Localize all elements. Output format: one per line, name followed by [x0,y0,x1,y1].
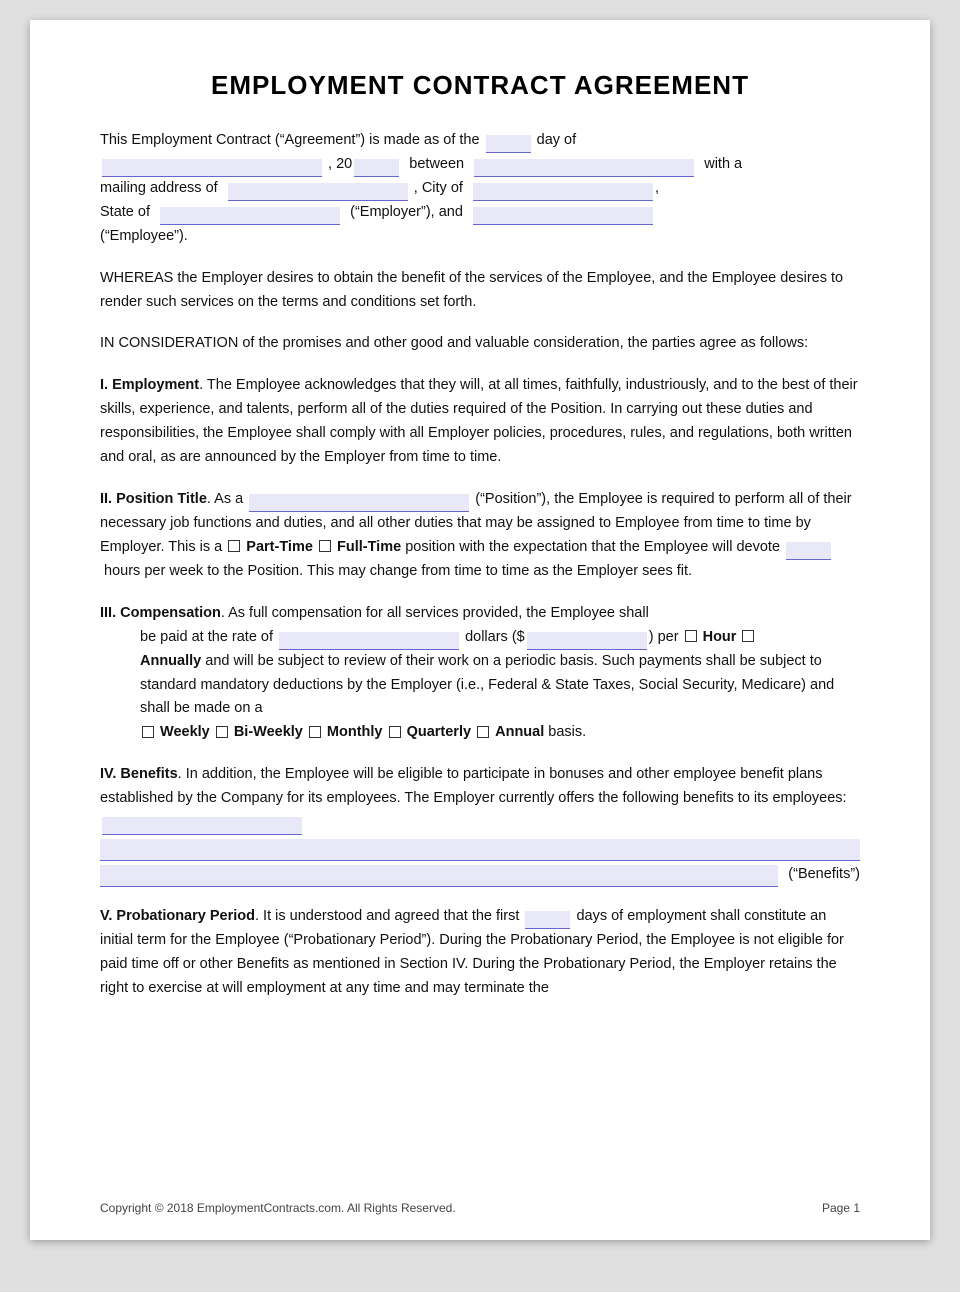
with-text: with a [704,156,742,172]
position-field[interactable] [249,494,469,512]
intro-paragraph: This Employment Contract (“Agreement”) i… [100,129,860,249]
section-ii-end: hours per week to the Position. This may… [104,563,692,579]
section-i-heading: I. Employment [100,377,199,393]
section-i: I. Employment. The Employee acknowledges… [100,374,860,470]
probation-days-field[interactable] [525,911,570,929]
hours-field[interactable] [786,542,831,560]
state-field[interactable] [160,207,340,225]
benefits-field-line2[interactable] [100,865,778,887]
part-time-label: Part-Time [246,539,313,555]
section-ii-heading: II. Position Title [100,491,207,507]
intro-line1-pre: This Employment Contract (“Agreement”) i… [100,132,480,148]
part-time-checkbox[interactable] [228,540,240,552]
quarterly-checkbox[interactable] [389,726,401,738]
state-pre: State of [100,204,150,220]
hour-checkbox[interactable] [685,630,697,642]
between-text: between [409,156,464,172]
section-ii-mid: position with the expectation that the E… [405,539,780,555]
year-field[interactable] [354,159,399,177]
day-field[interactable] [486,135,531,153]
annually-label: Annually [140,653,201,669]
dollars-field[interactable] [527,632,647,650]
mailing-field[interactable] [228,183,408,201]
biweekly-checkbox[interactable] [216,726,228,738]
date-field[interactable] [102,159,322,177]
benefits-inline-field[interactable] [102,817,302,835]
section-iii: III. Compensation. As full compensation … [100,602,860,746]
consideration-paragraph: IN CONSIDERATION of the promises and oth… [100,332,860,356]
document-page: EMPLOYMENT CONTRACT AGREEMENT This Emplo… [30,20,930,1240]
intro-line1-mid: day of [537,132,577,148]
section-ii-pre: . As a [207,491,243,507]
rate-field[interactable] [279,632,459,650]
document-title: EMPLOYMENT CONTRACT AGREEMENT [100,70,860,101]
benefits-last-line: (“Benefits”) [100,861,860,887]
year-pre: , 20 [328,156,352,172]
section-iii-pre: . As full compensation for all services … [221,605,649,621]
page-number: Page 1 [822,1201,860,1215]
employer-label: (“Employer”), and [350,204,463,220]
hour-label: Hour [703,629,737,645]
section-v-heading: V. Probationary Period [100,908,255,924]
employer-name-field[interactable] [473,207,653,225]
annual-checkbox[interactable] [477,726,489,738]
city-field[interactable] [473,183,653,201]
section-i-text: . The Employee acknowledges that they wi… [100,377,858,465]
section-iii-indent: be paid at the rate of dollars ($) per H… [100,626,860,746]
section-v-pre: . It is understood and agreed that the f… [255,908,519,924]
section-iv: IV. Benefits. In addition, the Employee … [100,763,860,887]
benefits-label: (“Benefits”) [788,863,860,887]
weekly-checkbox[interactable] [142,726,154,738]
employee-label: (“Employee”). [100,228,188,244]
whereas-paragraph: WHEREAS the Employer desires to obtain t… [100,267,860,315]
copyright-text: Copyright © 2018 EmploymentContracts.com… [100,1201,456,1215]
full-time-label: Full-Time [337,539,401,555]
section-iv-heading: IV. Benefits [100,766,178,782]
annually-checkbox[interactable] [742,630,754,642]
section-v: V. Probationary Period. It is understood… [100,905,860,1001]
section-iv-text: . In addition, the Employee will be elig… [100,766,847,806]
full-time-checkbox[interactable] [319,540,331,552]
city-text: , City of [414,180,463,196]
monthly-checkbox[interactable] [309,726,321,738]
section-iii-heading: III. Compensation [100,605,221,621]
section-ii: II. Position Title. As a (“Position”), t… [100,488,860,584]
party1-field[interactable] [474,159,694,177]
page-footer: Copyright © 2018 EmploymentContracts.com… [100,1201,860,1215]
mailing-pre: mailing address of [100,180,218,196]
benefits-field-line1[interactable] [100,839,860,861]
